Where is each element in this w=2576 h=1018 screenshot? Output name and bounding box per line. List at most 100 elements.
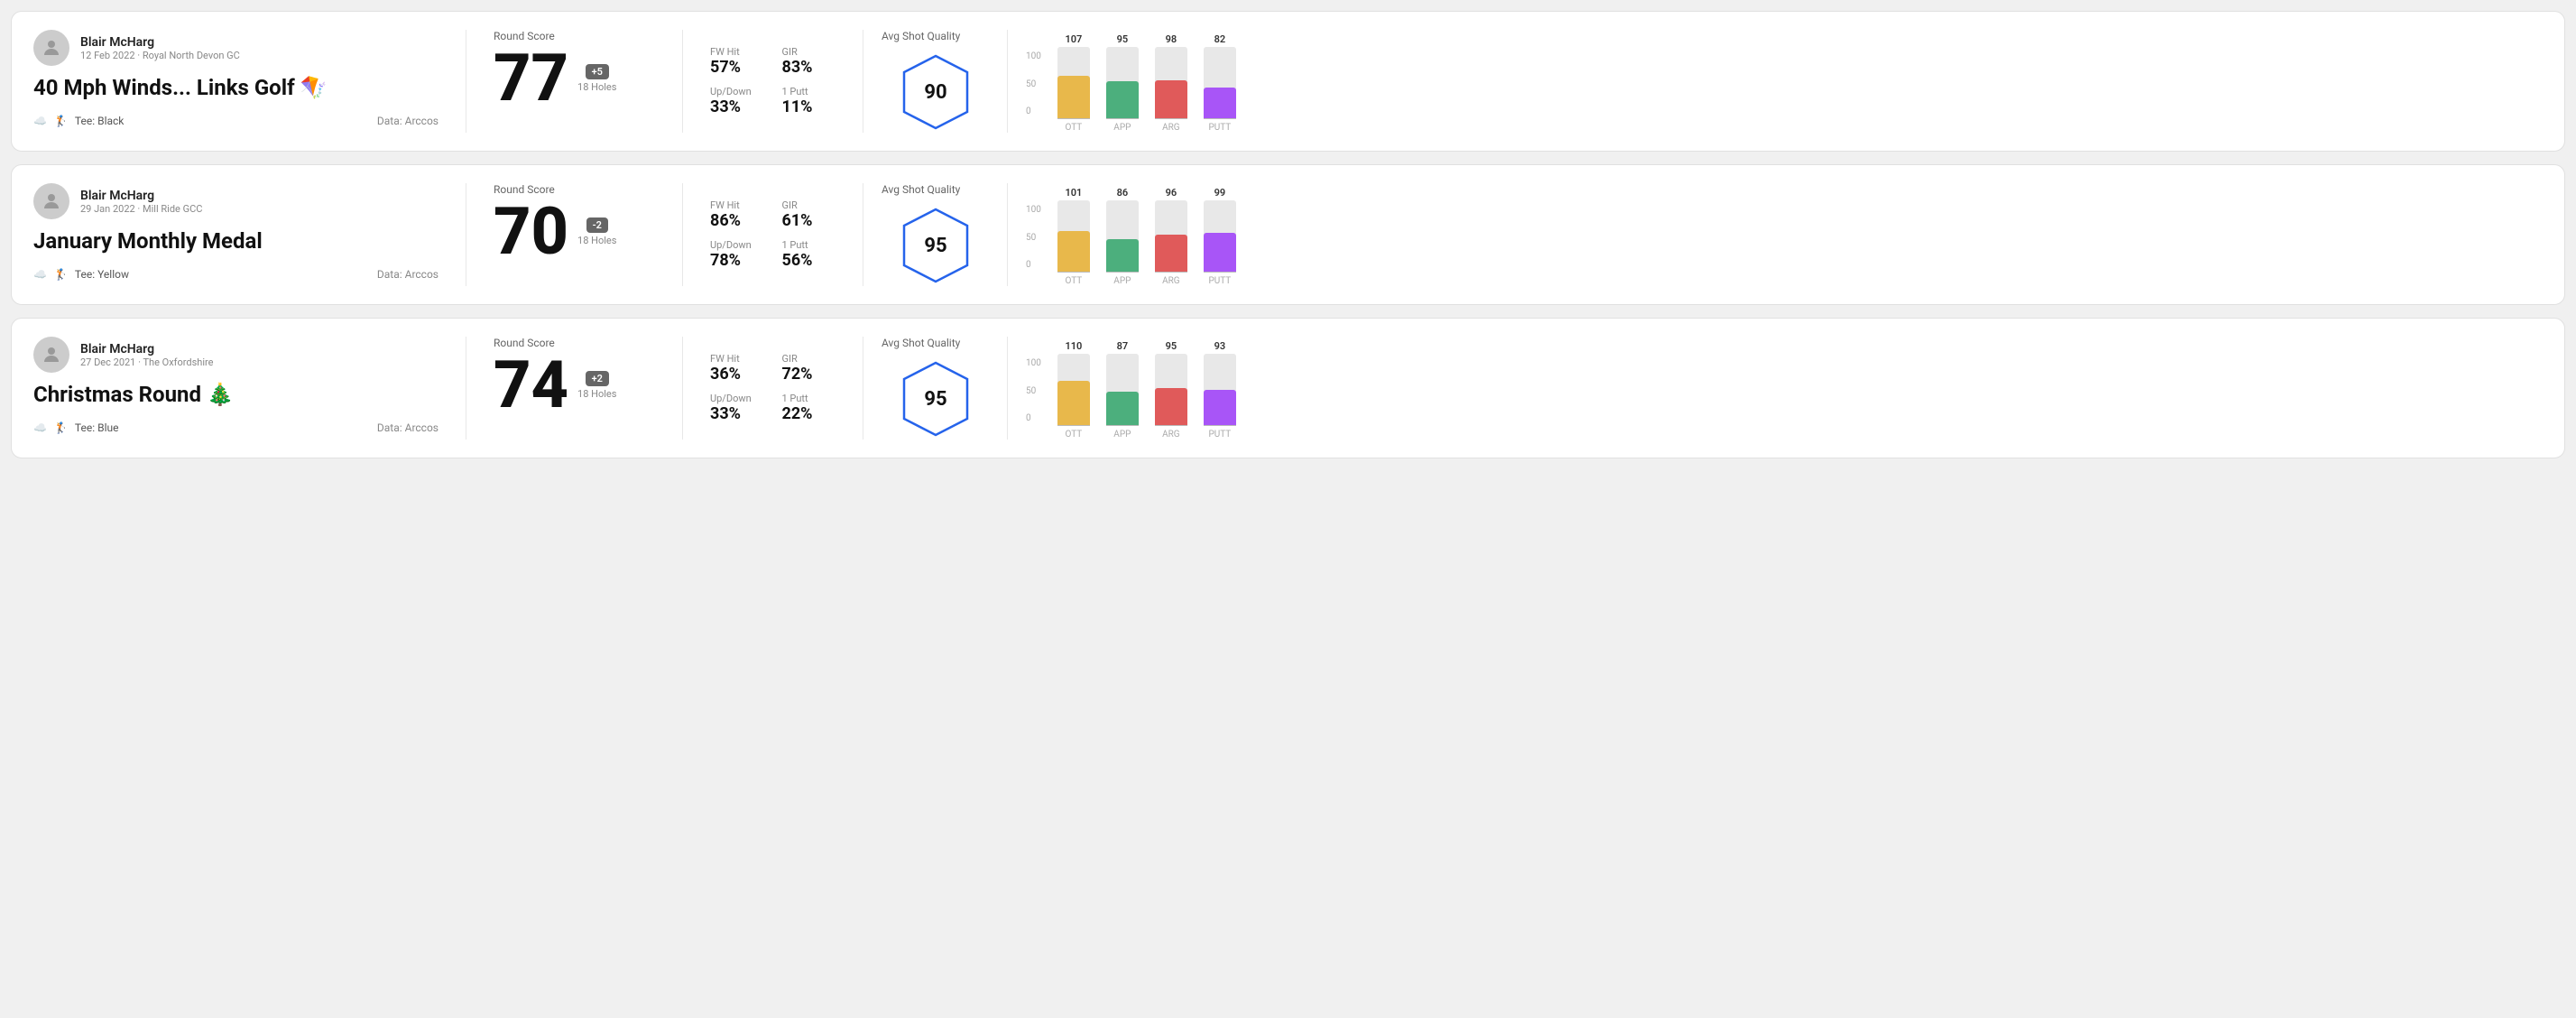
score-badge: +2 18 Holes: [577, 371, 616, 400]
bar-group: 86 APP: [1106, 187, 1139, 286]
updown-value: 33%: [710, 97, 764, 116]
quality-hexagon: 95: [895, 205, 976, 286]
gir-value: 72%: [782, 365, 836, 384]
avatar: [33, 30, 69, 66]
big-score: 70: [494, 199, 568, 264]
updown-label: Up/Down: [710, 393, 764, 404]
fw-hit-stat: FW Hit 86%: [710, 199, 764, 230]
score-row: 74 +2 18 Holes: [494, 353, 655, 418]
data-source-label: Data: Arccos: [377, 268, 439, 281]
score-section: Round Score 74 +2 18 Holes: [466, 337, 683, 440]
oneputt-label: 1 Putt: [782, 86, 836, 97]
bar-group: 95 APP: [1106, 33, 1139, 133]
bar-group: 87 APP: [1106, 340, 1139, 440]
data-source-label: Data: Arccos: [377, 115, 439, 127]
score-row: 77 +5 18 Holes: [494, 46, 655, 111]
oneputt-value: 22%: [782, 404, 836, 423]
round-card-3: Blair McHarg 27 Dec 2021 · The Oxfordshi…: [11, 318, 2565, 458]
fw-hit-stat: FW Hit 57%: [710, 46, 764, 77]
score-badge: -2 18 Holes: [577, 217, 616, 246]
weather-icon: ☁️: [33, 421, 47, 434]
score-badge: +5 18 Holes: [577, 64, 616, 93]
gir-stat: GIR 72%: [782, 353, 836, 384]
holes-label: 18 Holes: [577, 81, 616, 93]
round-title: 40 Mph Winds... Links Golf 🪁: [33, 75, 439, 100]
user-info: Blair McHarg 29 Jan 2022 · Mill Ride GCC: [80, 189, 202, 215]
date-course: 27 Dec 2021 · The Oxfordshire: [80, 356, 213, 368]
oneputt-label: 1 Putt: [782, 239, 836, 251]
svg-text:95: 95: [924, 235, 946, 257]
gir-value: 83%: [782, 58, 836, 77]
tee-label: Tee: Black: [75, 115, 124, 127]
gir-label: GIR: [782, 199, 836, 211]
fw-hit-value: 86%: [710, 211, 764, 230]
fw-hit-value: 36%: [710, 365, 764, 384]
bar-group: 82 PUTT: [1204, 33, 1236, 133]
user-name: Blair McHarg: [80, 35, 240, 50]
oneputt-value: 11%: [782, 97, 836, 116]
bar-group: 101 OTT: [1057, 187, 1090, 286]
user-name: Blair McHarg: [80, 189, 202, 203]
round-card-2: Blair McHarg 29 Jan 2022 · Mill Ride GCC…: [11, 164, 2565, 305]
bar-group: 93 PUTT: [1204, 340, 1236, 440]
fw-hit-stat: FW Hit 36%: [710, 353, 764, 384]
round-info-section: Blair McHarg 29 Jan 2022 · Mill Ride GCC…: [33, 183, 466, 286]
user-info: Blair McHarg 12 Feb 2022 · Royal North D…: [80, 35, 240, 61]
data-source-label: Data: Arccos: [377, 421, 439, 434]
updown-value: 78%: [710, 251, 764, 270]
gir-stat: GIR 83%: [782, 46, 836, 77]
quality-label: Avg Shot Quality: [882, 30, 960, 42]
round-info-section: Blair McHarg 27 Dec 2021 · The Oxfordshi…: [33, 337, 466, 440]
user-name: Blair McHarg: [80, 342, 213, 356]
oneputt-stat: 1 Putt 11%: [782, 86, 836, 116]
tee-info: ☁️ 🏌️ Tee: Yellow: [33, 268, 129, 281]
oneputt-label: 1 Putt: [782, 393, 836, 404]
bar-group: 107 OTT: [1057, 33, 1090, 133]
user-row: Blair McHarg 29 Jan 2022 · Mill Ride GCC: [33, 183, 439, 219]
round-info-section: Blair McHarg 12 Feb 2022 · Royal North D…: [33, 30, 466, 133]
date-course: 12 Feb 2022 · Royal North Devon GC: [80, 50, 240, 61]
round-title: January Monthly Medal: [33, 228, 439, 254]
fw-hit-label: FW Hit: [710, 353, 764, 365]
holes-label: 18 Holes: [577, 388, 616, 400]
score-badge-value: -2: [586, 217, 608, 233]
quality-section: Avg Shot Quality 90: [863, 30, 1008, 133]
tee-label: Tee: Yellow: [75, 268, 129, 281]
quality-section: Avg Shot Quality 95: [863, 183, 1008, 286]
svg-text:90: 90: [924, 81, 946, 104]
bar-group: 95 ARG: [1155, 340, 1187, 440]
score-badge-value: +2: [586, 371, 609, 386]
updown-stat: Up/Down 33%: [710, 86, 764, 116]
round-title: Christmas Round 🎄: [33, 382, 439, 407]
holes-label: 18 Holes: [577, 235, 616, 246]
quality-section: Avg Shot Quality 95: [863, 337, 1008, 440]
oneputt-stat: 1 Putt 22%: [782, 393, 836, 423]
gir-label: GIR: [782, 353, 836, 365]
tee-info: ☁️ 🏌️ Tee: Blue: [33, 421, 118, 434]
updown-label: Up/Down: [710, 86, 764, 97]
quality-hexagon: 95: [895, 358, 976, 440]
bag-icon: 🏌️: [54, 268, 68, 281]
bag-icon: 🏌️: [54, 421, 68, 434]
score-section: Round Score 70 -2 18 Holes: [466, 183, 683, 286]
user-row: Blair McHarg 12 Feb 2022 · Royal North D…: [33, 30, 439, 66]
stats-section: FW Hit 86% GIR 61% Up/Down 78% 1 Putt 56…: [683, 183, 863, 286]
tee-info: ☁️ 🏌️ Tee: Black: [33, 115, 124, 127]
score-section: Round Score 77 +5 18 Holes: [466, 30, 683, 133]
bar-group: 99 PUTT: [1204, 187, 1236, 286]
bag-icon: 🏌️: [54, 115, 68, 127]
score-row: 70 -2 18 Holes: [494, 199, 655, 264]
bar-group: 98 ARG: [1155, 33, 1187, 133]
stats-section: FW Hit 57% GIR 83% Up/Down 33% 1 Putt 11…: [683, 30, 863, 133]
fw-hit-value: 57%: [710, 58, 764, 77]
updown-stat: Up/Down 33%: [710, 393, 764, 423]
big-score: 74: [494, 353, 568, 418]
bar-group: 96 ARG: [1155, 187, 1187, 286]
gir-value: 61%: [782, 211, 836, 230]
round-card-1: Blair McHarg 12 Feb 2022 · Royal North D…: [11, 11, 2565, 152]
quality-label: Avg Shot Quality: [882, 337, 960, 349]
bar-group: 110 OTT: [1057, 340, 1090, 440]
score-badge-value: +5: [586, 64, 609, 79]
gir-stat: GIR 61%: [782, 199, 836, 230]
quality-hexagon: 90: [895, 51, 976, 133]
